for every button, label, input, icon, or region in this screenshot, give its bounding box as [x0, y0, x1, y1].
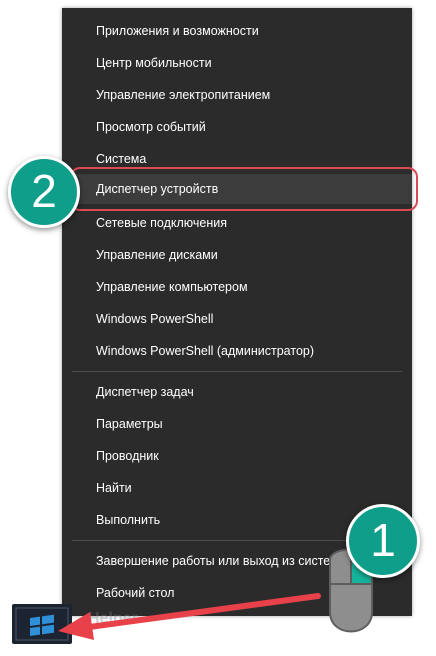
step-1-badge: 1	[346, 504, 420, 578]
